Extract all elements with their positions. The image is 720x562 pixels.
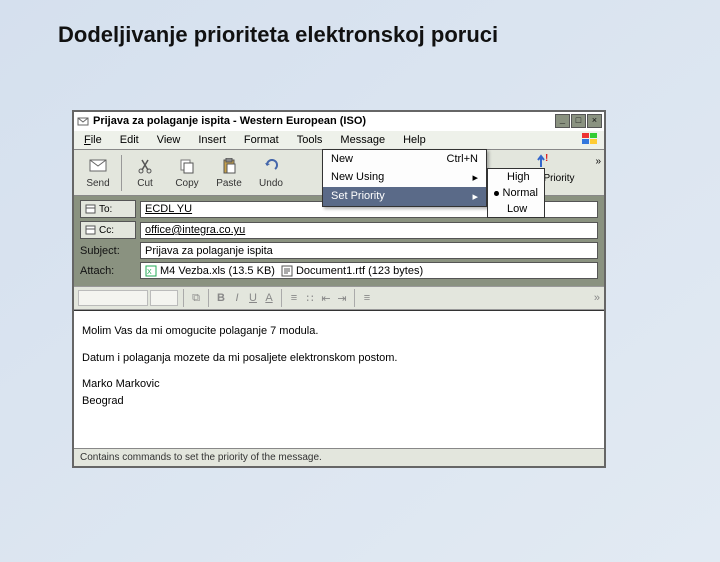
paste-button[interactable]: Paste bbox=[208, 156, 250, 189]
body-line-2: Datum i polaganja mozete da mi posaljete… bbox=[82, 350, 596, 367]
to-button[interactable]: To: bbox=[80, 200, 136, 218]
attach-field[interactable]: X M4 Vezba.xls (13.5 KB) Document1.rtf (… bbox=[140, 262, 598, 279]
menu-new[interactable]: New Ctrl+N bbox=[323, 150, 486, 168]
undo-icon bbox=[261, 156, 281, 176]
cut-button[interactable]: Cut bbox=[124, 156, 166, 189]
priority-low[interactable]: Low bbox=[488, 201, 544, 217]
app-icon bbox=[76, 115, 89, 128]
windows-flag-icon bbox=[580, 132, 602, 148]
undo-button[interactable]: Undo bbox=[250, 156, 292, 189]
menu-message[interactable]: Message bbox=[332, 132, 393, 148]
menu-set-priority[interactable]: Set Priority ▸ bbox=[323, 187, 486, 206]
toolbar: Send Cut Copy Paste Undo New Ctrl+N New … bbox=[74, 150, 604, 196]
copy-icon bbox=[177, 156, 197, 176]
menu-edit[interactable]: Edit bbox=[112, 132, 147, 148]
minimize-button[interactable]: _ bbox=[555, 114, 570, 128]
number-list-button[interactable]: ≡ bbox=[287, 292, 301, 304]
font-size-dropdown[interactable] bbox=[150, 290, 178, 306]
outdent-button[interactable]: ⇤ bbox=[319, 292, 333, 305]
menubar: File Edit View Insert Format Tools Messa… bbox=[74, 130, 604, 150]
format-overflow[interactable]: » bbox=[594, 292, 600, 304]
address-book-icon bbox=[85, 204, 96, 214]
priority-submenu: High Normal Low bbox=[487, 168, 545, 218]
font-color-button[interactable]: A bbox=[262, 292, 276, 304]
underline-button[interactable]: U bbox=[246, 292, 260, 304]
menu-file[interactable]: File bbox=[76, 132, 110, 148]
send-icon bbox=[88, 156, 108, 176]
rtf-icon bbox=[281, 265, 293, 277]
cc-field[interactable]: office@integra.co.yu bbox=[140, 222, 598, 239]
message-dropdown: New Ctrl+N New Using ▸ Set Priority ▸ bbox=[322, 149, 487, 207]
address-book-icon bbox=[85, 225, 96, 235]
send-button[interactable]: Send bbox=[77, 156, 119, 189]
window-title: Prijava za polaganje ispita - Western Eu… bbox=[93, 115, 555, 127]
menu-tools[interactable]: Tools bbox=[289, 132, 331, 148]
subject-field[interactable]: Prijava za polaganje ispita bbox=[140, 242, 598, 259]
titlebar: Prijava za polaganje ispita - Western Eu… bbox=[74, 112, 604, 130]
slide-title: Dodeljivanje prioriteta elektronskoj por… bbox=[58, 22, 720, 48]
priority-high[interactable]: High bbox=[488, 169, 544, 185]
menu-help[interactable]: Help bbox=[395, 132, 434, 148]
menu-format[interactable]: Format bbox=[236, 132, 287, 148]
toolbar-overflow[interactable]: » bbox=[595, 156, 601, 167]
para-style-icon[interactable]: ⧉ bbox=[189, 292, 203, 305]
italic-button[interactable]: I bbox=[230, 292, 244, 304]
body-line-1: Molim Vas da mi omogucite polaganje 7 mo… bbox=[82, 323, 596, 340]
indent-button[interactable]: ⇥ bbox=[335, 292, 349, 305]
attachment-2[interactable]: Document1.rtf (123 bytes) bbox=[281, 265, 423, 277]
bullet-icon bbox=[494, 191, 499, 196]
copy-button[interactable]: Copy bbox=[166, 156, 208, 189]
svg-text:X: X bbox=[147, 269, 152, 276]
signature: Marko Markovic Beograd bbox=[82, 376, 596, 409]
format-toolbar: ⧉ B I U A ≡ ∷ ⇤ ⇥ ≡ » bbox=[74, 286, 604, 310]
svg-text:!: ! bbox=[545, 153, 548, 164]
menu-new-using[interactable]: New Using ▸ bbox=[323, 168, 486, 187]
priority-normal[interactable]: Normal bbox=[488, 185, 544, 201]
message-body[interactable]: Molim Vas da mi omogucite polaganje 7 mo… bbox=[74, 310, 604, 448]
bold-button[interactable]: B bbox=[214, 292, 228, 304]
menu-insert[interactable]: Insert bbox=[190, 132, 234, 148]
attach-label: Attach: bbox=[80, 265, 136, 277]
statusbar: Contains commands to set the priority of… bbox=[74, 448, 604, 466]
compose-window: Prijava za polaganje ispita - Western Eu… bbox=[72, 110, 606, 468]
align-left-button[interactable]: ≡ bbox=[360, 292, 374, 304]
font-name-dropdown[interactable] bbox=[78, 290, 148, 306]
xls-icon: X bbox=[145, 265, 157, 277]
subject-label: Subject: bbox=[80, 245, 136, 257]
cc-button[interactable]: Cc: bbox=[80, 221, 136, 239]
cut-icon bbox=[135, 156, 155, 176]
menu-view[interactable]: View bbox=[149, 132, 189, 148]
paste-icon bbox=[219, 156, 239, 176]
close-button[interactable]: × bbox=[587, 114, 602, 128]
bullet-list-button[interactable]: ∷ bbox=[303, 292, 317, 305]
attachment-1[interactable]: X M4 Vezba.xls (13.5 KB) bbox=[145, 265, 275, 277]
maximize-button[interactable]: □ bbox=[571, 114, 586, 128]
